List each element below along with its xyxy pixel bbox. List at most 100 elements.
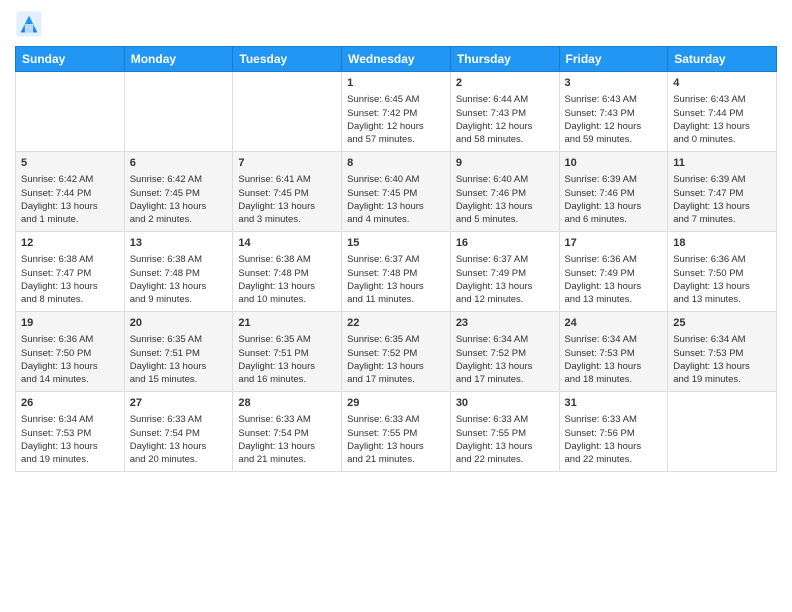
day-number: 3 xyxy=(565,76,663,91)
day-info: Sunrise: 6:35 AM Sunset: 7:52 PM Dayligh… xyxy=(347,333,445,386)
day-cell: 3 Sunrise: 6:43 AM Sunset: 7:43 PM Daylig… xyxy=(559,72,668,152)
day-info: Sunrise: 6:35 AM Sunset: 7:51 PM Dayligh… xyxy=(130,333,228,386)
week-row-4: 19Sunrise: 6:36 AM Sunset: 7:50 PM Dayli… xyxy=(16,312,777,392)
day-info: Sunrise: 6:44 AM Sunset: 7:43 PM Dayligh… xyxy=(456,93,554,146)
day-info: Sunrise: 6:38 AM Sunset: 7:48 PM Dayligh… xyxy=(238,253,336,306)
day-number: 9 xyxy=(456,156,554,171)
day-cell: 22 Sunrise: 6:35 AM Sunset: 7:52 PM Dayli… xyxy=(342,312,451,392)
col-header-friday: Friday xyxy=(559,47,668,72)
day-info: Sunrise: 6:45 AM Sunset: 7:42 PM Dayligh… xyxy=(347,93,445,146)
col-header-saturday: Saturday xyxy=(668,47,777,72)
day-number: 6 xyxy=(130,156,228,171)
week-row-3: 12 Sunrise: 6:38 AM Sunset: 7:47 PM Dayli… xyxy=(16,232,777,312)
day-number: 8 xyxy=(347,156,445,171)
day-cell: 6 Sunrise: 6:42 AM Sunset: 7:45 PM Daylig… xyxy=(124,152,233,232)
day-cell: 27Sunrise: 6:33 AM Sunset: 7:54 PM Dayli… xyxy=(124,392,233,472)
day-number: 1 xyxy=(347,76,445,91)
day-info: Sunrise: 6:40 AM Sunset: 7:45 PM Dayligh… xyxy=(347,173,445,226)
day-info: Sunrise: 6:33 AM Sunset: 7:56 PM Dayligh… xyxy=(565,413,663,466)
day-number: 10 xyxy=(565,156,663,171)
day-info: Sunrise: 6:39 AM Sunset: 7:47 PM Dayligh… xyxy=(673,173,771,226)
day-info: Sunrise: 6:34 AM Sunset: 7:52 PM Dayligh… xyxy=(456,333,554,386)
col-header-thursday: Thursday xyxy=(450,47,559,72)
day-cell: 10 Sunrise: 6:39 AM Sunset: 7:46 PM Dayli… xyxy=(559,152,668,232)
day-cell: 18 Sunrise: 6:36 AM Sunset: 7:50 PM Dayli… xyxy=(668,232,777,312)
day-cell xyxy=(668,392,777,472)
day-info: Sunrise: 6:33 AM Sunset: 7:55 PM Dayligh… xyxy=(456,413,554,466)
day-info: Sunrise: 6:35 AM Sunset: 7:51 PM Dayligh… xyxy=(238,333,336,386)
day-cell: 2 Sunrise: 6:44 AM Sunset: 7:43 PM Daylig… xyxy=(450,72,559,152)
day-info: Sunrise: 6:41 AM Sunset: 7:45 PM Dayligh… xyxy=(238,173,336,226)
day-cell: 12 Sunrise: 6:38 AM Sunset: 7:47 PM Dayli… xyxy=(16,232,125,312)
day-cell xyxy=(16,72,125,152)
day-info: Sunrise: 6:34 AM Sunset: 7:53 PM Dayligh… xyxy=(565,333,663,386)
day-number: 11 xyxy=(673,156,771,171)
day-cell: 30 Sunrise: 6:33 AM Sunset: 7:55 PM Dayli… xyxy=(450,392,559,472)
day-cell: 1 Sunrise: 6:45 AM Sunset: 7:42 PM Daylig… xyxy=(342,72,451,152)
day-info: Sunrise: 6:37 AM Sunset: 7:49 PM Dayligh… xyxy=(456,253,554,306)
day-cell: 29 Sunrise: 6:33 AM Sunset: 7:55 PM Dayli… xyxy=(342,392,451,472)
day-number: 29 xyxy=(347,396,445,411)
day-info: Sunrise: 6:38 AM Sunset: 7:48 PM Dayligh… xyxy=(130,253,228,306)
day-cell: 13 Sunrise: 6:38 AM Sunset: 7:48 PM Dayli… xyxy=(124,232,233,312)
day-info: Sunrise: 6:38 AM Sunset: 7:47 PM Dayligh… xyxy=(21,253,119,306)
day-number: 13 xyxy=(130,236,228,251)
day-number: 12 xyxy=(21,236,119,251)
col-header-sunday: Sunday xyxy=(16,47,125,72)
day-info: Sunrise: 6:33 AM Sunset: 7:54 PM Dayligh… xyxy=(238,413,336,466)
day-info: Sunrise: 6:34 AM Sunset: 7:53 PM Dayligh… xyxy=(21,413,119,466)
day-number: 31 xyxy=(565,396,663,411)
day-cell: 8 Sunrise: 6:40 AM Sunset: 7:45 PM Daylig… xyxy=(342,152,451,232)
day-info: Sunrise: 6:34 AM Sunset: 7:53 PM Dayligh… xyxy=(673,333,771,386)
day-cell: 16 Sunrise: 6:37 AM Sunset: 7:49 PM Dayli… xyxy=(450,232,559,312)
day-number: 16 xyxy=(456,236,554,251)
day-number: 18 xyxy=(673,236,771,251)
day-cell: 5 Sunrise: 6:42 AM Sunset: 7:44 PM Daylig… xyxy=(16,152,125,232)
calendar-table: SundayMondayTuesdayWednesdayThursdayFrid… xyxy=(15,46,777,472)
day-cell: 9 Sunrise: 6:40 AM Sunset: 7:46 PM Daylig… xyxy=(450,152,559,232)
day-number: 21 xyxy=(238,316,336,331)
day-number: 22 xyxy=(347,316,445,331)
day-cell: 15 Sunrise: 6:37 AM Sunset: 7:48 PM Dayli… xyxy=(342,232,451,312)
day-cell: 21 Sunrise: 6:35 AM Sunset: 7:51 PM Dayli… xyxy=(233,312,342,392)
day-info: Sunrise: 6:36 AM Sunset: 7:49 PM Dayligh… xyxy=(565,253,663,306)
day-info: Sunrise: 6:39 AM Sunset: 7:46 PM Dayligh… xyxy=(565,173,663,226)
day-cell: 25 Sunrise: 6:34 AM Sunset: 7:53 PM Dayli… xyxy=(668,312,777,392)
logo xyxy=(15,10,45,38)
day-number: 2 xyxy=(456,76,554,91)
day-info: Sunrise: 6:42 AM Sunset: 7:45 PM Dayligh… xyxy=(130,173,228,226)
col-header-wednesday: Wednesday xyxy=(342,47,451,72)
day-number: 30 xyxy=(456,396,554,411)
day-number: 15 xyxy=(347,236,445,251)
day-cell: 14Sunrise: 6:38 AM Sunset: 7:48 PM Dayli… xyxy=(233,232,342,312)
day-info: Sunrise: 6:43 AM Sunset: 7:44 PM Dayligh… xyxy=(673,93,771,146)
day-number: 28 xyxy=(238,396,336,411)
day-number: 5 xyxy=(21,156,119,171)
day-cell: 24 Sunrise: 6:34 AM Sunset: 7:53 PM Dayli… xyxy=(559,312,668,392)
col-header-tuesday: Tuesday xyxy=(233,47,342,72)
week-row-5: 26Sunrise: 6:34 AM Sunset: 7:53 PM Dayli… xyxy=(16,392,777,472)
day-cell: 19Sunrise: 6:36 AM Sunset: 7:50 PM Dayli… xyxy=(16,312,125,392)
logo-icon xyxy=(15,10,43,38)
day-cell: 28 Sunrise: 6:33 AM Sunset: 7:54 PM Dayli… xyxy=(233,392,342,472)
day-info: Sunrise: 6:36 AM Sunset: 7:50 PM Dayligh… xyxy=(673,253,771,306)
day-number: 27 xyxy=(130,396,228,411)
header xyxy=(15,10,777,38)
day-number: 17 xyxy=(565,236,663,251)
day-number: 24 xyxy=(565,316,663,331)
day-info: Sunrise: 6:33 AM Sunset: 7:55 PM Dayligh… xyxy=(347,413,445,466)
day-cell xyxy=(233,72,342,152)
day-info: Sunrise: 6:42 AM Sunset: 7:44 PM Dayligh… xyxy=(21,173,119,226)
day-number: 7 xyxy=(238,156,336,171)
day-cell: 31 Sunrise: 6:33 AM Sunset: 7:56 PM Dayli… xyxy=(559,392,668,472)
day-info: Sunrise: 6:37 AM Sunset: 7:48 PM Dayligh… xyxy=(347,253,445,306)
day-info: Sunrise: 6:43 AM Sunset: 7:43 PM Dayligh… xyxy=(565,93,663,146)
day-cell: 4Sunrise: 6:43 AM Sunset: 7:44 PM Daylig… xyxy=(668,72,777,152)
day-info: Sunrise: 6:40 AM Sunset: 7:46 PM Dayligh… xyxy=(456,173,554,226)
day-number: 19 xyxy=(21,316,119,331)
day-cell: 26Sunrise: 6:34 AM Sunset: 7:53 PM Dayli… xyxy=(16,392,125,472)
day-cell: 11 Sunrise: 6:39 AM Sunset: 7:47 PM Dayli… xyxy=(668,152,777,232)
col-header-monday: Monday xyxy=(124,47,233,72)
day-number: 25 xyxy=(673,316,771,331)
page: SundayMondayTuesdayWednesdayThursdayFrid… xyxy=(0,0,792,612)
